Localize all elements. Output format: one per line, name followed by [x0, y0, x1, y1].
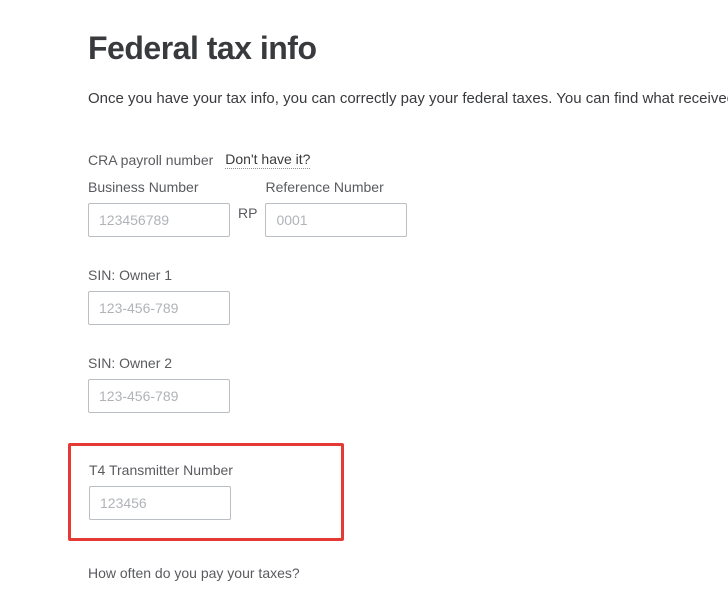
page-description: Once you have your tax info, you can cor… — [88, 87, 728, 111]
payroll-number-group: Business Number RP Reference Number — [88, 179, 728, 237]
sin-owner1-group: SIN: Owner 1 — [88, 267, 728, 325]
cra-payroll-row: CRA payroll number Don't have it? — [88, 151, 728, 169]
reference-number-label: Reference Number — [265, 179, 407, 195]
cra-payroll-label: CRA payroll number — [88, 152, 213, 168]
business-number-input[interactable] — [88, 203, 230, 237]
t4-transmitter-group: T4 Transmitter Number — [89, 462, 323, 520]
t4-transmitter-label: T4 Transmitter Number — [89, 462, 323, 478]
reference-number-input[interactable] — [265, 203, 407, 237]
t4-transmitter-input[interactable] — [89, 486, 231, 520]
sin-owner1-label: SIN: Owner 1 — [88, 267, 728, 283]
business-number-label: Business Number — [88, 179, 230, 195]
tax-frequency-question: How often do you pay your taxes? — [88, 565, 728, 581]
sin-owner2-group: SIN: Owner 2 — [88, 355, 728, 413]
sin-owner2-label: SIN: Owner 2 — [88, 355, 728, 371]
sin-owner1-input[interactable] — [88, 291, 230, 325]
rp-separator: RP — [238, 205, 257, 229]
sin-owner2-input[interactable] — [88, 379, 230, 413]
dont-have-it-link[interactable]: Don't have it? — [225, 151, 310, 169]
page-title: Federal tax info — [88, 30, 728, 67]
t4-highlight-box: T4 Transmitter Number — [68, 443, 344, 541]
